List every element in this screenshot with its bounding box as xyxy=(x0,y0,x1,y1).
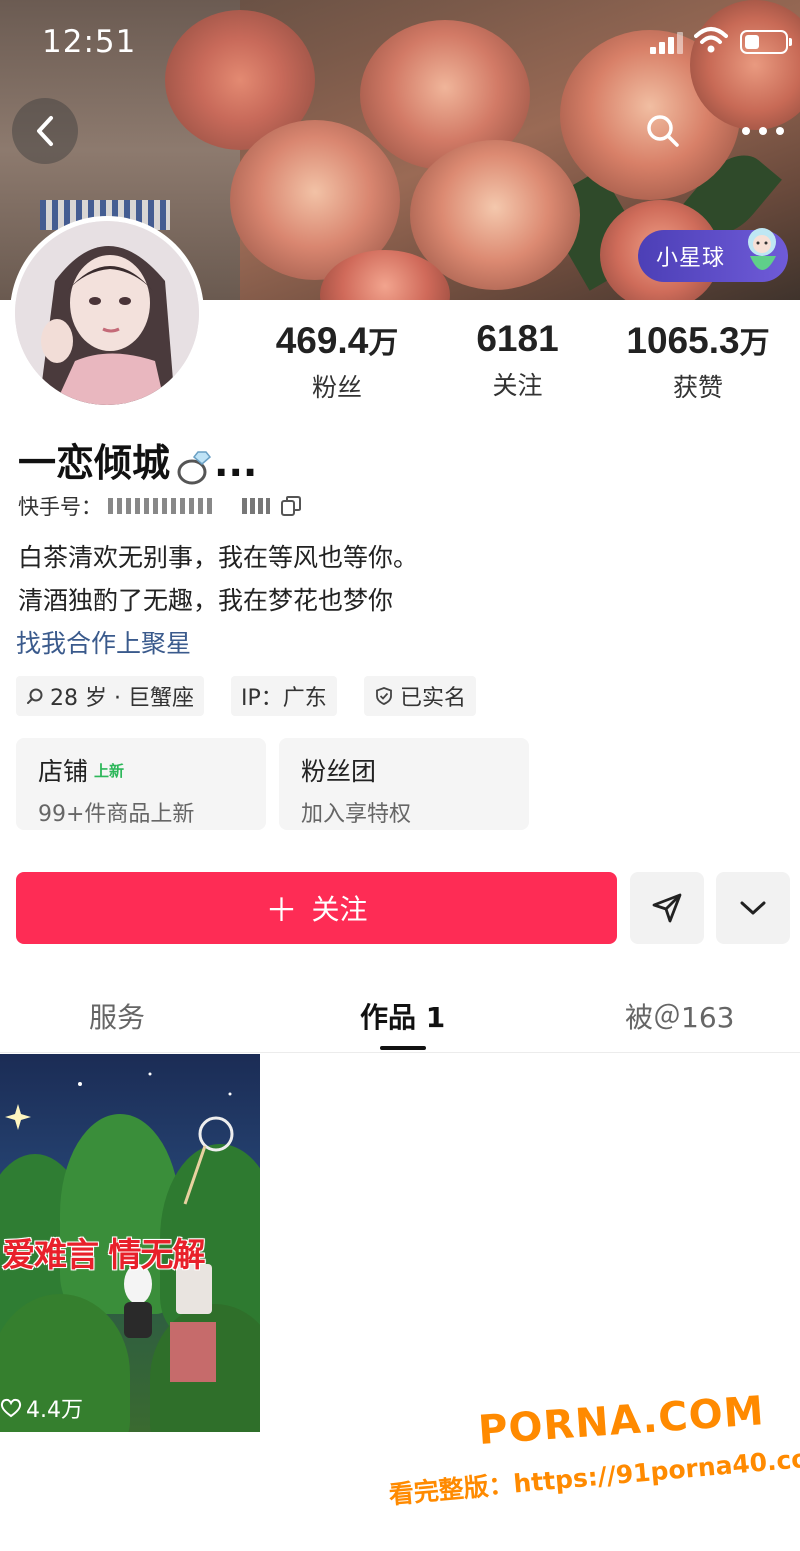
fan-group-title: 粉丝团 xyxy=(301,757,377,786)
kuaishou-id-value xyxy=(108,498,216,514)
wifi-icon xyxy=(694,27,728,53)
stat-fans-number: 469.4 xyxy=(275,320,369,361)
tab-works[interactable]: 作品 1 xyxy=(360,996,445,1036)
stat-fans-unit: 万 xyxy=(368,327,399,360)
planet-badge[interactable]: 小星球 xyxy=(638,228,788,282)
video-likes-count: 4.4万 xyxy=(26,1398,83,1423)
copy-icon[interactable] xyxy=(280,495,302,517)
follow-button[interactable]: ＋ 关注 xyxy=(16,872,617,944)
stat-fans-label: 粉丝 xyxy=(311,373,362,402)
shop-card-title: 店铺 上新 xyxy=(38,752,244,788)
bio-line-2: 清酒独酌了无趣，我在梦花也梦你 xyxy=(18,586,394,615)
status-bar: 12:51 xyxy=(0,0,800,80)
stat-likes-label: 获赞 xyxy=(672,373,723,402)
tag-ip: IP：广东 xyxy=(231,676,337,716)
shop-title-text: 店铺 xyxy=(38,757,89,786)
avatar-image xyxy=(15,221,199,405)
shop-new-badge: 上新 xyxy=(94,762,125,780)
mascot-icon xyxy=(748,228,776,270)
signal-icon xyxy=(650,32,683,54)
stat-likes-value: 1065.3万 xyxy=(612,318,784,362)
stat-following-number: 6181 xyxy=(476,318,559,359)
nickname-suffix: ... xyxy=(214,441,258,485)
verified-icon xyxy=(376,687,392,705)
search-icon xyxy=(647,115,679,147)
shop-card-subtitle: 99+件商品上新 xyxy=(38,802,195,827)
heart-icon xyxy=(0,1398,22,1418)
tag-age-text: 28 岁 · 巨蟹座 xyxy=(50,686,194,711)
plus-icon: ＋ xyxy=(265,891,298,929)
tab-services[interactable]: 服务 xyxy=(89,996,145,1036)
tab-active-indicator xyxy=(380,1046,426,1050)
shop-card[interactable]: 店铺 上新 99+件商品上新 xyxy=(16,738,266,830)
stat-following-label: 关注 xyxy=(492,371,543,400)
battery-icon xyxy=(740,30,792,54)
planet-badge-label: 小星球 xyxy=(656,246,726,271)
nickname: 一恋倾城 ... xyxy=(18,432,257,487)
kuaishou-id-row: 快手号： xyxy=(18,491,302,521)
search-icon xyxy=(27,688,43,704)
stat-likes-unit: 万 xyxy=(739,327,770,360)
follow-button-label: 关注 xyxy=(311,893,368,926)
send-icon xyxy=(652,893,682,923)
tab-divider xyxy=(0,1052,800,1053)
back-button[interactable] xyxy=(12,98,78,164)
stat-fans-value: 469.4万 xyxy=(262,318,412,362)
stat-likes[interactable]: 1065.3万 获赞 xyxy=(612,318,784,404)
battery-nub xyxy=(789,38,792,46)
more-dots-icon xyxy=(742,127,784,135)
stat-following-value: 6181 xyxy=(455,318,580,360)
more-options-button[interactable] xyxy=(716,872,790,944)
stat-likes-number: 1065.3 xyxy=(626,320,740,361)
stat-fans[interactable]: 469.4万 粉丝 xyxy=(262,318,412,404)
ring-icon xyxy=(177,450,212,484)
more-button[interactable] xyxy=(730,98,796,164)
avatar-illustration xyxy=(15,221,199,405)
search-button[interactable] xyxy=(630,98,696,164)
fan-group-card[interactable]: 粉丝团 加入享特权 xyxy=(279,738,529,830)
tag-ip-text: IP：广东 xyxy=(241,686,327,711)
status-time: 12:51 xyxy=(42,24,137,60)
kuaishou-id-label: 快手号： xyxy=(18,495,102,519)
tag-age: 28 岁 · 巨蟹座 xyxy=(16,676,204,716)
watermark-url: 看完整版：https://91porna40.com xyxy=(387,1441,800,1510)
nickname-text: 一恋倾城 xyxy=(18,441,171,485)
video-likes: 4.4万 xyxy=(0,1392,83,1424)
video-caption: 爱难言 情无解 xyxy=(2,1235,205,1274)
chevron-down-icon xyxy=(740,901,766,915)
watermark-brand: PORNA.COM xyxy=(476,1388,766,1454)
chevron-left-icon xyxy=(37,116,53,146)
battery-level xyxy=(745,35,759,49)
tag-verified: 已实名 xyxy=(364,676,477,716)
share-button[interactable] xyxy=(630,872,704,944)
stat-following[interactable]: 6181 关注 xyxy=(455,318,580,402)
avatar[interactable] xyxy=(10,216,204,410)
cooperation-link[interactable]: 找我合作上聚星 xyxy=(16,624,191,660)
tag-verified-text: 已实名 xyxy=(400,686,467,711)
qr-code-icon[interactable] xyxy=(242,498,270,514)
tab-mentions[interactable]: 被＠163 xyxy=(625,996,734,1036)
bio-line-1: 白茶清欢无别事，我在等风也等你。 xyxy=(18,543,419,572)
fan-group-subtitle: 加入享特权 xyxy=(301,802,412,827)
